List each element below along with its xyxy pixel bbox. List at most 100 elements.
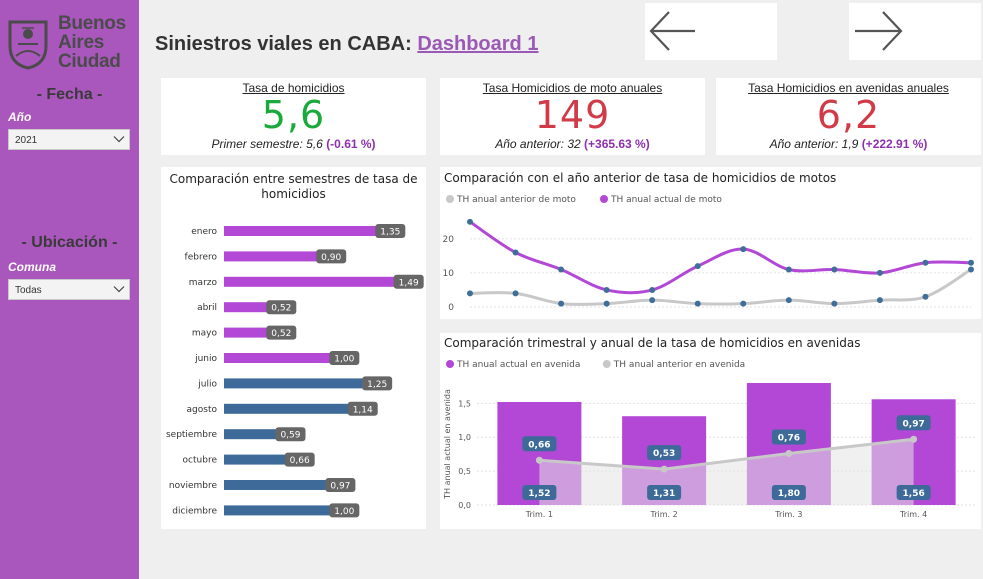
data-label: 1,80: [778, 489, 800, 499]
bar: [224, 226, 402, 236]
kpi-card-moto: Tasa Homicidios de moto anuales 149 Año …: [440, 78, 705, 155]
legend-label: TH anual actual en avenida: [456, 360, 580, 370]
data-label: 0,52: [271, 304, 291, 314]
data-point: [785, 449, 793, 457]
data-label: 1,31: [653, 489, 675, 499]
data-point: [467, 290, 473, 297]
kpi-sub-delta: (+222.91 %): [861, 137, 928, 151]
data-point: [535, 456, 543, 464]
legend-label: TH anual anterior de moto: [456, 195, 576, 205]
page-title: Siniestros viales en CABA: Dashboard 1: [155, 33, 538, 56]
page-title-text: Siniestros viales en CABA:: [155, 33, 412, 55]
kpi-sub-label: Año anterior:: [769, 137, 839, 151]
data-label: 1,49: [399, 278, 419, 288]
semester-bar-chart: enero 1,35 febrero 0,90 marzo 1,49 abril 0,52 ma…: [166, 224, 424, 518]
data-label: 1,52: [528, 489, 550, 499]
semester-comparison-panel: Comparación entre semestres de tasa de h…: [161, 167, 426, 529]
data-point: [603, 286, 610, 293]
category-label: agosto: [187, 405, 218, 415]
data-point: [785, 266, 792, 273]
logo-line-2: Aires: [58, 32, 105, 53]
data-label: 1,00: [334, 507, 354, 517]
kpi-subtitle: Primer semestre: 5,6 (-0.61 %): [161, 137, 426, 151]
data-point: [512, 249, 519, 256]
category-label: mayo: [192, 329, 218, 339]
kpi-card-avenidas: Tasa Homicidios en avenidas anuales 6,2 …: [716, 78, 981, 155]
data-point: [740, 246, 747, 253]
category-label: abril: [197, 303, 217, 313]
bar: [224, 276, 420, 287]
forward-button[interactable]: [849, 3, 981, 60]
y-tick-label: 0: [448, 303, 454, 313]
category-label: enero: [191, 227, 217, 237]
legend-marker: [446, 195, 454, 203]
kpi-sub-label: Año anterior:: [495, 137, 564, 151]
kpi-sub-value: 5,6: [306, 137, 323, 151]
kpi-card-tasa-homicidios: Tasa de homicidios 5,6 Primer semestre: …: [161, 78, 426, 155]
logo-line-3: Ciudad: [58, 51, 121, 72]
data-point: [876, 297, 883, 304]
comuna-label: Comuna: [8, 260, 56, 274]
year-dropdown[interactable]: 2021: [8, 129, 130, 150]
data-label: 0,59: [280, 431, 300, 441]
category-label: diciembre: [172, 506, 217, 516]
data-point: [922, 259, 929, 266]
data-label: 0,52: [271, 329, 291, 339]
legend-marker: [602, 360, 611, 368]
data-point: [785, 297, 792, 304]
category-label: febrero: [185, 252, 218, 262]
legend-label: TH anual actual de moto: [610, 195, 722, 205]
chevron-down-icon: [113, 136, 125, 143]
data-point: [512, 290, 519, 297]
avenidas-comparison-panel: Comparación trimestral y anual de la tas…: [440, 333, 981, 529]
kpi-sub-delta: (-0.61 %): [326, 137, 376, 151]
data-label: 0,66: [290, 456, 310, 466]
category-label: octubre: [183, 456, 218, 466]
back-button[interactable]: [645, 3, 777, 60]
data-label: 0,76: [778, 433, 800, 443]
category-label: marzo: [189, 278, 218, 288]
chevron-down-icon: [113, 286, 125, 293]
kpi-sub-value: 32: [567, 137, 581, 151]
data-label: 0,66: [528, 440, 550, 450]
data-point: [558, 266, 565, 273]
data-label: 1,14: [353, 405, 373, 415]
y-axis-title: TH anual actual en avenida: [443, 389, 452, 500]
arrow-left-icon: [649, 11, 695, 51]
data-point: [968, 266, 974, 273]
buenos-aires-logo: Buenos Aires Ciudad: [6, 12, 136, 74]
data-point: [649, 286, 656, 293]
moto-comparison-panel: Comparación con el año anterior de tasa …: [440, 167, 981, 319]
data-label: 0,53: [653, 449, 675, 459]
data-point: [467, 218, 473, 225]
category-label: septiembre: [166, 430, 217, 440]
data-point: [910, 435, 918, 443]
data-point: [831, 266, 838, 273]
ubicacion-section-title: - Ubicación -: [21, 234, 118, 251]
city-seal-icon: [8, 20, 48, 70]
kpi-subtitle: Año anterior: 32 (+365.63 %): [440, 137, 705, 151]
y-tick-label: 10: [443, 269, 455, 279]
category-label: junio: [194, 354, 217, 364]
legend-marker: [600, 195, 608, 203]
year-dropdown-value: 2021: [15, 135, 38, 146]
data-point: [694, 263, 701, 270]
data-label: 1,25: [367, 380, 387, 390]
data-label: 1,00: [334, 355, 354, 365]
y-tick-label: 1,5: [458, 399, 471, 408]
fecha-section-title: - Fecha -: [36, 86, 103, 103]
data-point: [740, 300, 747, 307]
category-label: Trim. 2: [650, 510, 678, 519]
category-label: noviembre: [169, 481, 218, 491]
dashboard-link[interactable]: Dashboard 1: [417, 33, 538, 55]
data-point: [649, 297, 656, 304]
moto-line-chart: TH anual anterior de moto TH anual actual…: [443, 195, 974, 313]
arrow-right-icon: [855, 11, 903, 51]
comuna-dropdown[interactable]: Todas: [8, 279, 130, 300]
data-point: [968, 259, 974, 266]
legend-marker: [446, 360, 454, 368]
kpi-sub-label: Primer semestre:: [211, 137, 303, 151]
kpi-sub-value: 1,9: [841, 137, 859, 151]
data-label: 0,97: [903, 419, 925, 429]
data-point: [694, 300, 701, 307]
